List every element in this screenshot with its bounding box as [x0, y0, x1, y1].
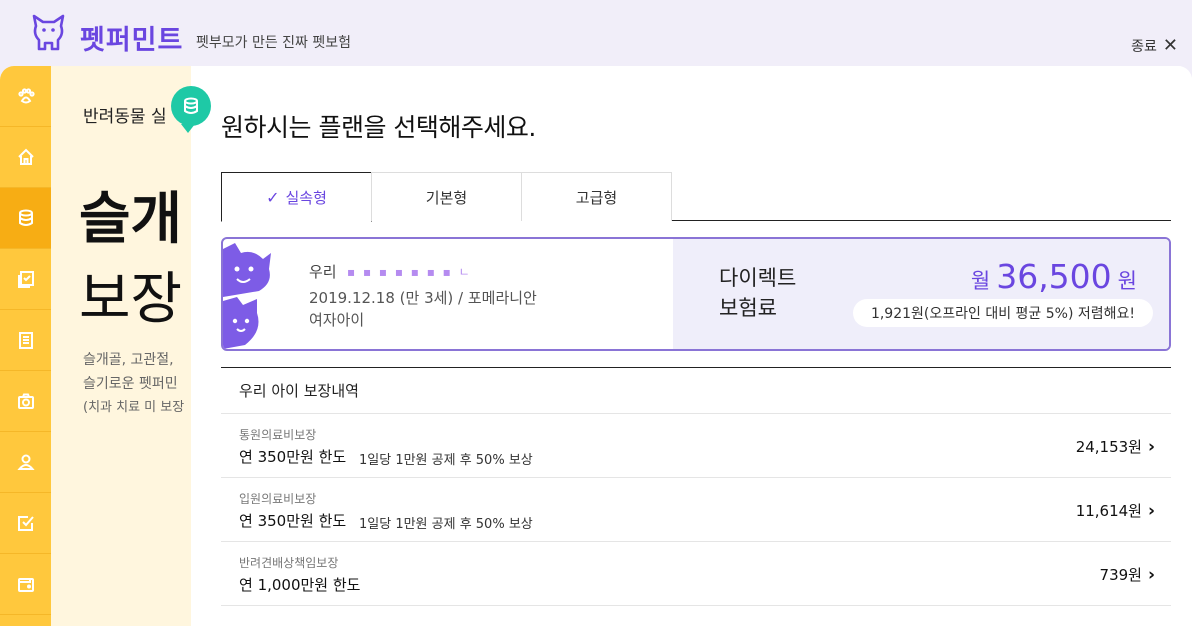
coverage-limit: 연 350만원 한도 [239, 512, 347, 530]
coverage-list: 우리 아이 보장내역 통원의료비보장 연 350만원 한도 1일당 1만원 공제… [221, 367, 1171, 606]
background-heading-1: 슬개 [79, 187, 183, 252]
chevron-right-icon: › [1147, 500, 1155, 521]
wallet-icon [17, 578, 34, 592]
coverage-amount: 24,153원 › [1076, 436, 1155, 457]
sidebar-item-camera[interactable] [0, 371, 51, 432]
coverage-amount: 11,614원 › [1076, 500, 1155, 521]
checkbox-icon [17, 516, 34, 531]
tab-label: 기본형 [425, 188, 468, 207]
background-page: 반려동물 실 슬개 보장 슬개골, 고관절, 슬기로운 펫퍼민 (치과 치료 미… [51, 66, 191, 626]
tab-label: 실속형 [285, 188, 327, 207]
pet-name-masked: ▪ ▪ ▪ ▪ ▪ ▪ ▪ ㄴ [347, 265, 472, 279]
paw-icon [17, 88, 35, 104]
discount-pill: 1,921원(오프라인 대비 평균 5%) 저렴해요! [853, 299, 1153, 327]
sidebar-item-plan[interactable] [0, 188, 51, 249]
document-icon [18, 332, 33, 349]
price-value: 36,500 [996, 257, 1112, 296]
brand-name[interactable]: 펫퍼민트 [80, 18, 183, 57]
coverage-row-liability[interactable]: 반려견배상책임보장 연 1,000만원 한도 739원 › [221, 542, 1171, 606]
tab-basic[interactable]: 기본형 [371, 172, 522, 221]
background-desc-line: 슬개골, 고관절, [83, 352, 174, 368]
plan-tabs: ✓ 실속형 기본형 고급형 [221, 172, 1171, 222]
pet-gender: 여자아이 [309, 311, 365, 329]
top-bar: 펫퍼민트 펫부모가 만든 진짜 펫보험 종료 ✕ [0, 0, 1192, 66]
background-heading-2: 보장 [79, 267, 183, 332]
coverage-heading: 우리 아이 보장내역 [221, 368, 1171, 414]
premium-panel: 다이렉트 보험료 월 36,500 원 1,921원(오프라인 대비 평균 5%… [673, 239, 1169, 349]
sidebar-item-checklist[interactable] [0, 249, 51, 310]
coverage-detail: 1일당 1만원 공제 후 50% 보상 [359, 453, 533, 468]
panel-title: 원하시는 플랜을 선택해주세요. [221, 113, 536, 142]
coverage-amount: 739원 › [1100, 564, 1155, 585]
tab-premium[interactable]: 고급형 [521, 172, 672, 221]
brand-tagline: 펫부모가 만든 진짜 펫보험 [196, 35, 352, 51]
background-desc-line: (치과 치료 미 보장 [83, 400, 185, 415]
premium-label: 다이렉트 보험료 [719, 263, 796, 323]
coverage-category: 입원의료비보장 [239, 492, 317, 506]
pet-birth-breed: 2019.12.18 (만 3세) / 포메라니안 [309, 289, 537, 307]
coverage-amount-value: 739원 [1099, 566, 1142, 584]
coverage-amount-value: 24,153원 [1075, 438, 1142, 456]
close-icon: ✕ [1162, 35, 1178, 56]
sidebar-item-document[interactable] [0, 310, 51, 371]
tab-label: 고급형 [575, 188, 618, 207]
app-frame: 반려동물 실 슬개 보장 슬개골, 고관절, 슬기로운 펫퍼민 (치과 치료 미… [0, 66, 1192, 626]
premium-label-line: 보험료 [719, 296, 777, 320]
plan-step-badge [171, 86, 211, 133]
price-suffix: 원 [1117, 269, 1137, 293]
coverage-limit: 연 1,000만원 한도 [239, 576, 361, 594]
sidebar-item-pet[interactable] [0, 66, 51, 127]
coverage-category: 반려견배상책임보장 [239, 556, 339, 570]
background-description: 슬개골, 고관절, 슬기로운 펫퍼민 (치과 치료 미 보장 [83, 348, 184, 420]
sidebar-item-profile[interactable] [0, 432, 51, 493]
exit-label: 종료 [1131, 39, 1157, 55]
coverage-limit: 연 350만원 한도 [239, 448, 347, 466]
coverage-detail: 1일당 1만원 공제 후 50% 보상 [359, 517, 533, 532]
tab-economy[interactable]: ✓ 실속형 [221, 172, 372, 222]
pet-name-label: 우리 [309, 263, 337, 281]
premium-label-line: 다이렉트 [719, 266, 797, 290]
coverage-amount-value: 11,614원 [1075, 502, 1142, 520]
coverage-category: 통원의료비보장 [239, 428, 317, 442]
database-icon [184, 97, 198, 114]
check-icon: ✓ [266, 187, 280, 207]
plan-selection-panel: 원하시는 플랜을 선택해주세요. ✓ 실속형 기본형 고급형 우리 ▪ ▪ ▪ … [191, 66, 1192, 626]
sidebar [0, 66, 51, 626]
chevron-right-icon: › [1147, 564, 1155, 585]
coverage-row-outpatient[interactable]: 통원의료비보장 연 350만원 한도 1일당 1만원 공제 후 50% 보상 2… [221, 414, 1171, 478]
background-desc-line: 슬기로운 펫퍼민 [83, 376, 178, 392]
plan-summary-card: 우리 ▪ ▪ ▪ ▪ ▪ ▪ ▪ ㄴ 2019.12.18 (만 3세) / 포… [221, 237, 1171, 351]
sidebar-item-confirm[interactable] [0, 493, 51, 554]
home-icon [17, 148, 34, 165]
chevron-right-icon: › [1147, 436, 1155, 457]
exit-button[interactable]: 종료 ✕ [1131, 36, 1178, 56]
person-icon [16, 454, 35, 470]
checklist-icon [17, 271, 34, 288]
camera-icon [17, 393, 34, 409]
monthly-price: 월 36,500 원 [971, 257, 1137, 296]
dog-logo-icon [32, 14, 65, 51]
sidebar-item-home[interactable] [0, 127, 51, 188]
price-prefix: 월 [970, 269, 991, 293]
pet-illustration-icon [223, 243, 271, 349]
coverage-row-inpatient[interactable]: 입원의료비보장 연 350만원 한도 1일당 1만원 공제 후 50% 보상 1… [221, 478, 1171, 542]
sidebar-item-wallet[interactable] [0, 554, 51, 615]
database-icon [18, 209, 33, 226]
background-subtitle: 반려동물 실 [83, 107, 167, 127]
